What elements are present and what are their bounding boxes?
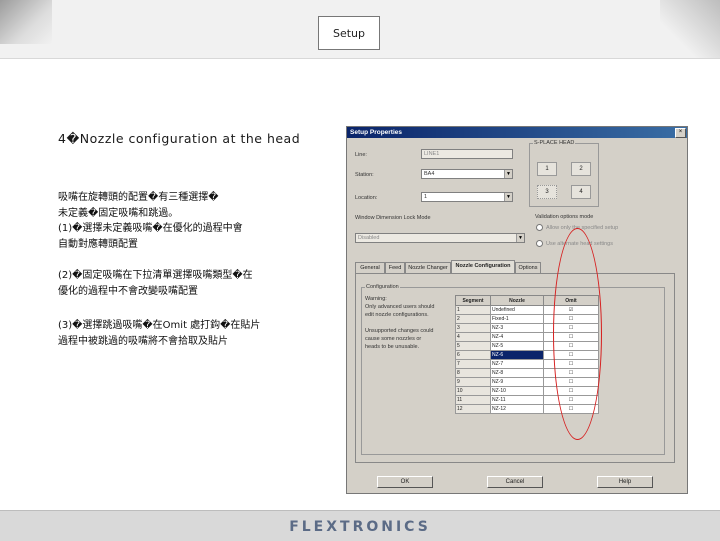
nozzle-cell[interactable]: Fixed-1 [490, 314, 544, 324]
tab-options[interactable]: Options [515, 262, 541, 273]
slide-title: Setup [318, 16, 380, 50]
segment-cell: 4 [455, 332, 491, 342]
chevron-down-icon[interactable]: ▼ [504, 193, 512, 201]
column-header[interactable]: Nozzle [490, 295, 544, 306]
config-notes: Warning: Only advanced users should edit… [365, 295, 434, 351]
segment-cell: 8 [455, 368, 491, 378]
note-line: edit nozzle configurations. [365, 312, 429, 318]
paragraph-line: 未定義�固定吸嘴和跳過。 [58, 207, 179, 219]
paragraph-3: (3)�選擇跳過吸嘴�在Omit 處打鈎�在貼片 過程中被跳過的吸嘴將不會拾取及… [58, 318, 260, 349]
flextronics-logo: FLEXTRONICS [289, 519, 431, 535]
line-label: Line: [355, 152, 367, 158]
station-select[interactable]: BA4 ▼ [421, 169, 513, 179]
segment-cell: 3 [455, 323, 491, 333]
window-mode-select[interactable]: Disabled ▼ [355, 233, 525, 243]
configuration-group-title: Configuration [365, 284, 400, 290]
head-button-3[interactable]: 3 [537, 185, 557, 199]
location-value: 1 [424, 194, 428, 200]
chevron-down-icon[interactable]: ▼ [516, 234, 524, 242]
close-icon[interactable]: × [675, 128, 686, 138]
dialog-title: Setup Properties [350, 129, 403, 136]
segment-cell: 5 [455, 341, 491, 351]
help-button[interactable]: Help [597, 476, 653, 488]
chevron-down-icon[interactable]: ▼ [504, 170, 512, 178]
nozzle-cell[interactable]: NZ-3 [490, 323, 544, 333]
corner-graphic [660, 0, 720, 58]
note-line [365, 319, 434, 327]
tab-general[interactable]: General [355, 262, 385, 273]
window-mode-label: Window Dimension Lock Mode [355, 215, 431, 221]
location-label: Location: [355, 195, 378, 201]
segment-cell: 9 [455, 377, 491, 387]
nozzle-cell[interactable]: NZ-4 [490, 332, 544, 342]
head-button-1[interactable]: 1 [537, 162, 557, 176]
dialog-titlebar: Setup Properties [347, 127, 687, 138]
cancel-button[interactable]: Cancel [487, 476, 543, 488]
nozzle-cell[interactable]: NZ-10 [490, 386, 544, 396]
projector-graphic [0, 0, 52, 44]
nozzle-cell[interactable]: Undefined [490, 305, 544, 315]
validation-group-title: Validation options mode [535, 214, 594, 220]
paragraph-1: 吸嘴在旋轉頭的配置�有三種選擇� 未定義�固定吸嘴和跳過。 (1)�選擇未定義吸… [58, 190, 243, 252]
note-line: heads to be unusable. [365, 344, 420, 350]
segment-cell: 12 [455, 404, 491, 414]
paragraph-line: 吸嘴在旋轉頭的配置�有三種選擇� [58, 192, 219, 203]
paragraph-line: 自動對應轉頭配置 [58, 238, 138, 250]
window-mode-value: Disabled [358, 235, 380, 241]
head-button-2[interactable]: 2 [571, 162, 591, 176]
segment-cell: 7 [455, 359, 491, 369]
tab-nozzle-changer[interactable]: Nozzle Changer [405, 262, 451, 273]
nozzle-cell[interactable]: NZ-11 [490, 395, 544, 405]
paragraph-line: 過程中被跳過的吸嘴將不會拾取及貼片 [58, 335, 228, 347]
station-value: BA4 [424, 171, 435, 177]
paragraph-line: 優化的過程中不會改變吸嘴配置 [58, 285, 198, 297]
nozzle-cell[interactable]: NZ-6 [490, 350, 544, 360]
station-label: Station: [355, 172, 374, 178]
segment-cell: 11 [455, 395, 491, 405]
head-button-4[interactable]: 4 [571, 185, 591, 199]
section-heading: 4�Nozzle configuration at the head [58, 131, 301, 146]
radio-allow-specified[interactable] [536, 224, 543, 231]
highlight-ellipse [553, 228, 602, 440]
nozzle-cell[interactable]: NZ-7 [490, 359, 544, 369]
paragraph-2: (2)�固定吸嘴在下拉清單選擇吸嘴類型�在 優化的過程中不會改變吸嘴配置 [58, 268, 253, 299]
line-field[interactable]: LINE1 [421, 149, 513, 159]
nozzle-cell[interactable]: NZ-5 [490, 341, 544, 351]
nozzle-cell[interactable]: NZ-9 [490, 377, 544, 387]
paragraph-line: (2)�固定吸嘴在下拉清單選擇吸嘴類型�在 [58, 270, 253, 281]
note-line: Unsupported changes could [365, 328, 434, 334]
note-line: Warning: [365, 296, 387, 302]
segment-cell: 10 [455, 386, 491, 396]
nozzle-cell[interactable]: NZ-8 [490, 368, 544, 378]
ok-button[interactable]: OK [377, 476, 433, 488]
note-line: Only advanced users should [365, 304, 435, 310]
column-header[interactable]: Segment [455, 295, 491, 306]
location-select[interactable]: 1 ▼ [421, 192, 513, 202]
tab-nozzle-configuration[interactable]: Nozzle Configuration [451, 260, 515, 273]
place-head-group-title: S-PLACE HEAD [533, 140, 576, 146]
paragraph-line: (1)�選擇未定義吸嘴�在優化的過程中會 [58, 223, 243, 234]
paragraph-line: (3)�選擇跳過吸嘴�在Omit 處打鈎�在貼片 [58, 320, 261, 331]
nozzle-cell[interactable]: NZ-12 [490, 404, 544, 414]
slide-footer: FLEXTRONICS [0, 510, 720, 541]
setup-properties-dialog: Setup Properties × Line: LINE1 Station: … [346, 126, 688, 494]
radio-alternate-head[interactable] [536, 240, 543, 247]
segment-cell: 1 [455, 305, 491, 315]
segment-cell: 6 [455, 350, 491, 360]
note-line: cause some nozzles or [365, 336, 422, 342]
tab-feed[interactable]: Feed [385, 262, 405, 273]
segment-cell: 2 [455, 314, 491, 324]
